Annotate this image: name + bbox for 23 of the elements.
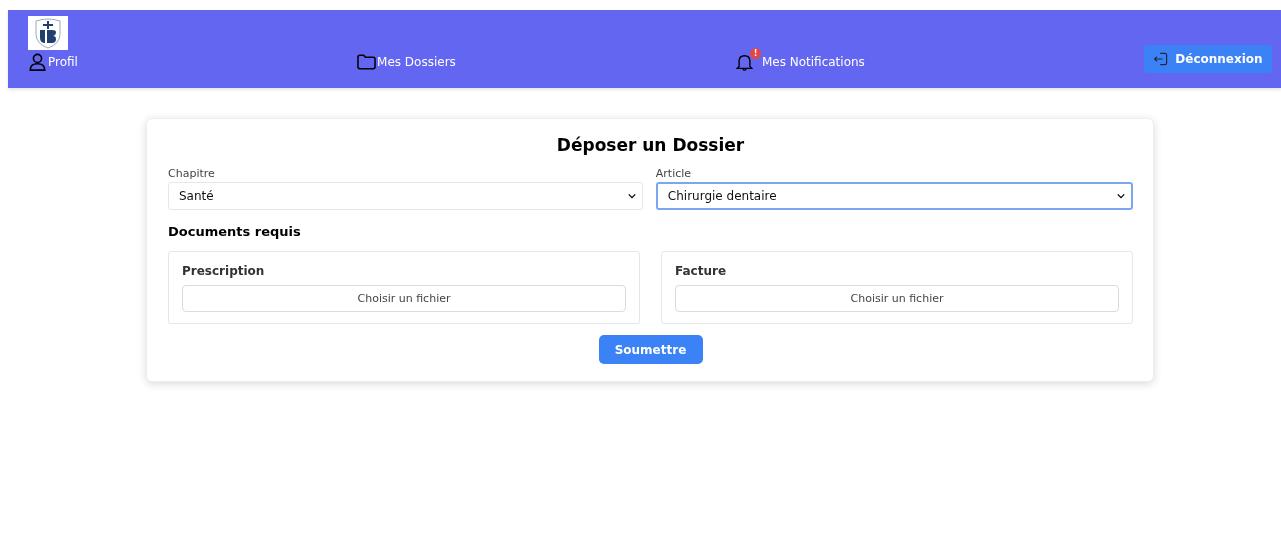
user-icon: [28, 53, 47, 71]
document-label: Facture: [675, 264, 728, 278]
chevron-icon: [627, 193, 636, 199]
logout-button[interactable]: Déconnexion: [1144, 45, 1272, 73]
dropdown-field[interactable]: Santé: [168, 182, 643, 210]
nav-link[interactable]: ! Mes Notifications: [734, 46, 865, 72]
file-button[interactable]: Choisir un fichier: [182, 285, 626, 312]
folder-icon: [357, 53, 377, 71]
select-label: Article: [655, 167, 693, 180]
form-title: Déposer un Dossier: [555, 135, 746, 155]
logout-icon: [1153, 51, 1170, 67]
nav-link[interactable]: Mes Dossiers: [357, 46, 456, 72]
bell-icon: [734, 53, 754, 71]
notification-badge: !: [749, 48, 761, 59]
chevron-icon: [1117, 193, 1125, 199]
nav-link[interactable]: Profil: [28, 46, 78, 72]
file-button[interactable]: Choisir un fichier: [675, 285, 1119, 312]
logo-icon: [28, 16, 68, 50]
submit-button[interactable]: Soumettre: [598, 335, 703, 364]
dropdown-field[interactable]: Chirurgie dentaire: [655, 182, 1133, 210]
select-label: Chapitre: [168, 167, 216, 180]
document-label: Prescription: [182, 264, 266, 278]
section-heading: Documents requis: [168, 224, 302, 239]
